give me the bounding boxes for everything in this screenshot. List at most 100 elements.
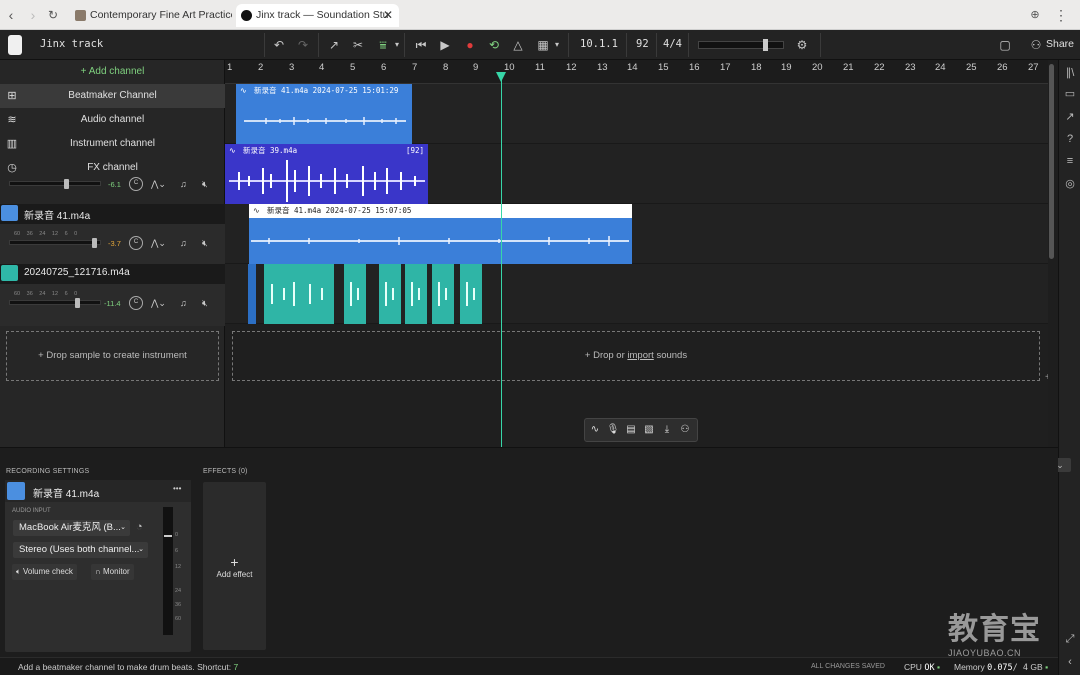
drop-sounds-zone[interactable]: + Drop or import sounds: [232, 331, 1040, 381]
bar-number[interactable]: 27: [1028, 62, 1039, 73]
bar-number[interactable]: 4: [319, 62, 324, 73]
channel-1-fader-knob[interactable]: [64, 179, 69, 189]
bar-number[interactable]: 6: [381, 62, 386, 73]
skip-start-icon[interactable]: ⏮: [412, 36, 430, 54]
menu-beatmaker-channel[interactable]: ⊞ Beatmaker Channel: [0, 84, 225, 108]
channel-mode-select[interactable]: Stereo (Uses both channel... ⌄: [13, 542, 148, 558]
sliders-icon[interactable]: ≡: [1063, 155, 1077, 167]
expand-icon[interactable]: ⤢: [1063, 633, 1077, 646]
audio-clip-segment[interactable]: [344, 264, 366, 324]
download-icon[interactable]: ⤓: [660, 424, 674, 435]
count-in-dropdown-icon[interactable]: ▾: [548, 36, 566, 54]
forward-icon[interactable]: ›: [24, 6, 42, 24]
recording-more-icon[interactable]: •••: [173, 484, 181, 493]
bar-number[interactable]: 19: [781, 62, 792, 73]
channel-3-fader-knob[interactable]: [75, 298, 80, 308]
volume-check-button[interactable]: 🔈︎ Volume check: [12, 564, 77, 580]
bar-number[interactable]: 24: [935, 62, 946, 73]
bar-number[interactable]: 26: [997, 62, 1008, 73]
share-button[interactable]: Share: [1046, 38, 1074, 50]
voice-icon[interactable]: ⚇: [678, 424, 692, 435]
menu-instrument-channel[interactable]: ▥ Instrument channel: [0, 132, 225, 156]
channel-2-solo-icon[interactable]: ♫: [180, 238, 187, 248]
record-icon[interactable]: ●: [461, 36, 479, 54]
channel-2-volume-fader[interactable]: [9, 238, 101, 248]
bar-number[interactable]: 16: [689, 62, 700, 73]
audio-clip-segment[interactable]: [432, 264, 454, 324]
channel-1-mute-icon[interactable]: 🔇︎: [202, 179, 208, 190]
back-icon[interactable]: ‹: [2, 6, 20, 24]
audio-clip-segment[interactable]: [379, 264, 401, 324]
input-settings-icon[interactable]: ◔: [136, 521, 143, 533]
record-settings-icon[interactable]: ◎: [1063, 177, 1077, 190]
soundation-logo-icon[interactable]: [8, 35, 22, 55]
redo-icon[interactable]: ↷: [294, 36, 312, 54]
audio-device-select[interactable]: MacBook Air麦克风 (B... ⌄: [13, 520, 130, 536]
sampler-icon[interactable]: ▤: [624, 424, 638, 435]
channel-2-fader-knob[interactable]: [92, 238, 97, 248]
audio-clip-segment[interactable]: [248, 264, 256, 324]
vertical-scrollbar[interactable]: [1049, 64, 1054, 259]
loop-icon[interactable]: ⟲: [485, 36, 503, 54]
timeline[interactable]: 1 2 3 4 5 6 7 8 9 10 11 12 13 14 15 16 17 18 19 20 21 22 23 24 2…: [225, 60, 1048, 447]
close-tab-icon[interactable]: ✕: [383, 4, 393, 27]
mixer-settings-icon[interactable]: ⚙: [793, 36, 811, 54]
monitor-button[interactable]: ∩ Monitor: [91, 564, 134, 580]
playhead[interactable]: [501, 72, 502, 447]
bar-number[interactable]: 25: [966, 62, 977, 73]
channel-2-automation-icon[interactable]: ⋀⌄: [151, 238, 166, 249]
playhead-marker[interactable]: [496, 72, 506, 82]
metronome-icon[interactable]: △: [509, 36, 527, 54]
cut-tool-icon[interactable]: ✂: [349, 36, 367, 54]
master-volume-fader[interactable]: [698, 39, 784, 51]
chevron-left-icon[interactable]: ‹: [1063, 656, 1077, 668]
channel-1-pan-knob[interactable]: C: [129, 177, 143, 191]
browser-tab-art[interactable]: Contemporary Fine Art Practice: [70, 4, 232, 27]
bar-number[interactable]: 23: [905, 62, 916, 73]
add-effect-button[interactable]: + Add effect: [203, 482, 266, 650]
globe-icon[interactable]: ⊕: [1026, 6, 1044, 24]
bar-number[interactable]: 21: [843, 62, 854, 73]
automation-icon[interactable]: ↗: [325, 36, 343, 54]
browser-tab-soundation[interactable]: Jinx track — Soundation Stu ✕: [236, 4, 399, 27]
browser-menu-icon[interactable]: ⋮: [1052, 6, 1070, 24]
channel-2-header[interactable]: 新录音 41.m4a: [0, 204, 225, 224]
audio-clip[interactable]: ∿ 新录音 41.m4a 2024-07-25 15:07:05: [249, 204, 632, 264]
input-gain-handle[interactable]: [164, 535, 172, 537]
undo-icon[interactable]: ↶: [270, 36, 288, 54]
library-icon[interactable]: ∥\: [1063, 66, 1077, 79]
play-icon[interactable]: ▶: [436, 36, 454, 54]
bar-number[interactable]: 18: [751, 62, 762, 73]
bar-number[interactable]: 5: [350, 62, 355, 73]
import-link[interactable]: import: [627, 350, 653, 361]
timeline-ruler[interactable]: 1 2 3 4 5 6 7 8 9 10 11 12 13 14 15 16 17 18 19 20 21 22 23 24 2…: [225, 60, 1048, 84]
bar-number[interactable]: 22: [874, 62, 885, 73]
bar-number[interactable]: 3: [289, 62, 294, 73]
audio-clip-segment[interactable]: [460, 264, 482, 324]
bar-number[interactable]: 17: [720, 62, 731, 73]
master-volume-knob[interactable]: [763, 39, 768, 51]
folder-icon[interactable]: ▭: [1063, 87, 1077, 100]
audio-clip[interactable]: ∿ 新录音 39.m4a [92]: [225, 144, 428, 204]
channel-2-pan-knob[interactable]: C: [129, 236, 143, 250]
add-channel-button[interactable]: + Add channel: [0, 66, 225, 77]
position-display[interactable]: 10.1.1: [580, 38, 618, 50]
bar-number[interactable]: 14: [627, 62, 638, 73]
drop-sample-zone[interactable]: + Drop sample to create instrument: [6, 331, 219, 381]
bar-number[interactable]: 15: [658, 62, 669, 73]
bar-number[interactable]: 1: [227, 62, 232, 73]
channel-3-solo-icon[interactable]: ♫: [180, 298, 187, 308]
bar-number[interactable]: 2: [258, 62, 263, 73]
microphone-icon[interactable]: 🎙︎: [606, 424, 620, 435]
bar-number[interactable]: 7: [412, 62, 417, 73]
share-user-icon[interactable]: ⚇: [1027, 36, 1045, 54]
bar-number[interactable]: 8: [443, 62, 448, 73]
help-icon[interactable]: ?: [1063, 133, 1077, 145]
audio-clip-segment[interactable]: [264, 264, 334, 324]
chat-icon[interactable]: ▢: [996, 36, 1014, 54]
project-name[interactable]: Jinx track: [40, 38, 103, 50]
waveform-icon[interactable]: ∿: [588, 424, 602, 435]
channel-3-automation-icon[interactable]: ⋀⌄: [151, 298, 166, 309]
bpm-display[interactable]: 92: [636, 38, 649, 50]
channel-2-mute-icon[interactable]: 🔇︎: [202, 238, 208, 249]
